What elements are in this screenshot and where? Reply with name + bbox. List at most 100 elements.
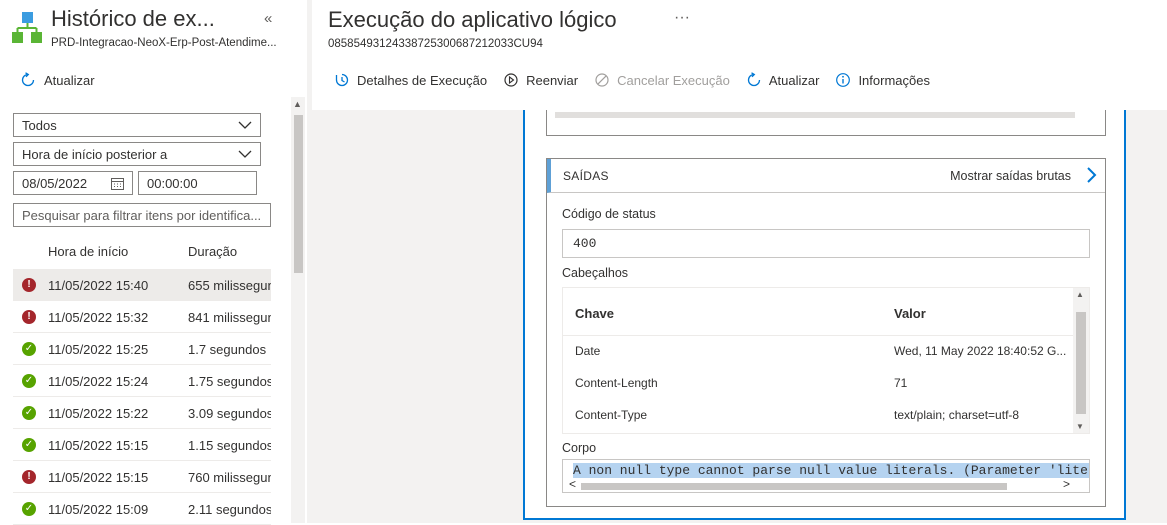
- inputs-scrollbar[interactable]: [555, 112, 1075, 118]
- run-row[interactable]: ✓ 11/05/2022 15:25 1.7 segundos: [13, 333, 271, 365]
- date-value: 08/05/2022: [22, 175, 88, 191]
- command-bar: Detalhes de Execução Reenviar Cancelar E…: [334, 70, 946, 90]
- success-status-icon: ✓: [22, 438, 36, 452]
- info-label: Informações: [858, 72, 930, 88]
- outputs-title: SAÍDAS: [563, 169, 609, 183]
- inputs-section-remnant: [546, 110, 1106, 136]
- cancel-icon: [595, 73, 609, 87]
- scrollbar-thumb[interactable]: [294, 115, 303, 273]
- column-header-start-time[interactable]: Hora de início: [48, 244, 128, 259]
- error-status-icon: !: [22, 310, 36, 324]
- scroll-right-arrow[interactable]: >: [1063, 477, 1070, 491]
- column-header-duration[interactable]: Duração: [188, 244, 237, 259]
- history-icon: [335, 73, 349, 87]
- header-key: Content-Type: [575, 408, 648, 422]
- scroll-down-arrow[interactable]: ▼: [1076, 422, 1084, 431]
- run-duration: 655 milissegun: [188, 278, 271, 293]
- run-duration: 1.75 segundos: [188, 374, 271, 389]
- status-code-field[interactable]: 400: [562, 229, 1090, 258]
- refresh-button[interactable]: Atualizar: [746, 72, 820, 88]
- action-card: SAÍDAS Mostrar saídas brutas Código de s…: [523, 110, 1126, 520]
- run-row[interactable]: ! 11/05/2022 15:32 841 milissegun: [13, 301, 271, 333]
- scroll-left-arrow[interactable]: <: [569, 477, 576, 491]
- run-start-time: 11/05/2022 15:22: [48, 406, 149, 421]
- resubmit-button[interactable]: Reenviar: [503, 72, 578, 88]
- header-key: Content-Length: [575, 376, 658, 390]
- header-key: Date: [575, 344, 601, 358]
- run-start-time: 11/05/2022 15:09: [48, 502, 149, 517]
- outputs-section: SAÍDAS Mostrar saídas brutas Código de s…: [546, 158, 1106, 507]
- success-status-icon: ✓: [22, 406, 36, 420]
- success-status-icon: ✓: [22, 502, 36, 516]
- resubmit-icon: [504, 73, 518, 87]
- run-details-button[interactable]: Detalhes de Execução: [334, 72, 487, 88]
- headers-scrollbar[interactable]: ▲ ▼: [1073, 288, 1089, 433]
- outputs-header: SAÍDAS Mostrar saídas brutas: [547, 159, 1105, 193]
- run-start-time: 11/05/2022 15:25: [48, 342, 149, 357]
- refresh-button[interactable]: Atualizar: [20, 70, 95, 90]
- run-row[interactable]: ✓ 11/05/2022 15:24 1.75 segundos: [13, 365, 271, 397]
- run-start-time: 11/05/2022 15:24: [48, 374, 149, 389]
- refresh-icon: [21, 72, 35, 87]
- run-row[interactable]: ✓ 11/05/2022 15:09 2.11 segundos: [13, 493, 271, 525]
- page-title: Execução do aplicativo lógico: [328, 7, 617, 32]
- time-value: 00:00:00: [147, 175, 198, 191]
- designer-canvas: SAÍDAS Mostrar saídas brutas Código de s…: [312, 110, 1167, 523]
- info-icon: [836, 73, 851, 87]
- run-duration: 3.09 segundos: [188, 406, 271, 421]
- run-duration: 1.7 segundos: [188, 342, 267, 357]
- scroll-up-arrow[interactable]: ▲: [293, 99, 302, 109]
- headers-label: Cabeçalhos: [562, 266, 629, 280]
- status-code-label: Código de status: [562, 207, 656, 221]
- calendar-icon[interactable]: [111, 177, 124, 190]
- time-input[interactable]: 00:00:00: [138, 171, 257, 195]
- run-duration: 841 milissegun: [188, 310, 271, 325]
- run-row[interactable]: ✓ 11/05/2022 15:22 3.09 segundos: [13, 397, 271, 429]
- body-field[interactable]: A non null type cannot parse null value …: [562, 459, 1090, 493]
- info-button[interactable]: Informações: [835, 72, 930, 88]
- logic-app-name: PRD-Integracao-NeoX-Erp-Post-Atendime...: [51, 37, 277, 49]
- body-horizontal-scrollbar[interactable]: < >: [563, 477, 1089, 492]
- search-input[interactable]: Pesquisar para filtrar itens por identif…: [13, 203, 271, 227]
- show-raw-outputs-link[interactable]: Mostrar saídas brutas: [950, 169, 1071, 183]
- start-time-filter-value: Hora de início posterior a: [22, 146, 168, 162]
- cancel-run-label: Cancelar Execução: [617, 72, 730, 88]
- refresh-label: Atualizar: [768, 72, 820, 88]
- run-start-time: 11/05/2022 15:40: [48, 278, 149, 293]
- run-duration: 760 milissegun: [188, 470, 271, 485]
- column-header-value: Valor: [894, 306, 926, 321]
- header-value: Wed, 11 May 2022 18:40:52 G...: [894, 344, 1067, 358]
- collapse-panel-button[interactable]: «: [264, 10, 272, 27]
- cancel-run-button[interactable]: Cancelar Execução: [594, 72, 730, 88]
- header-separator: [563, 335, 1073, 336]
- resubmit-label: Reenviar: [526, 72, 579, 88]
- header-value: text/plain; charset=utf-8: [894, 408, 1020, 422]
- scrollbar-thumb[interactable]: [1076, 312, 1086, 414]
- column-header-key: Chave: [575, 306, 615, 321]
- scroll-up-arrow[interactable]: ▲: [1076, 290, 1084, 299]
- date-input[interactable]: 08/05/2022: [13, 171, 133, 195]
- run-list-scrollbar[interactable]: ▲: [291, 97, 305, 523]
- scrollbar-thumb[interactable]: [581, 483, 1007, 490]
- run-id: 08585493124338725300687212033CU94: [328, 38, 543, 50]
- run-duration: 1.15 segundos: [188, 438, 271, 453]
- run-history-panel: Histórico de ex... « PRD-Integracao-NeoX…: [0, 0, 307, 525]
- success-status-icon: ✓: [22, 342, 36, 356]
- refresh-icon: [747, 72, 761, 87]
- run-duration: 2.11 segundos: [188, 502, 271, 517]
- run-row[interactable]: ✓ 11/05/2022 15:15 1.15 segundos: [13, 429, 271, 461]
- run-details-panel: Execução do aplicativo lógico ··· 085854…: [312, 0, 1167, 523]
- status-filter-select[interactable]: Todos: [13, 113, 261, 137]
- error-status-icon: !: [22, 278, 36, 292]
- logic-app-icon: [12, 12, 42, 43]
- chevron-right-icon[interactable]: [1083, 166, 1099, 184]
- more-options-button[interactable]: ···: [674, 9, 690, 27]
- panel-title: Histórico de ex...: [51, 6, 215, 31]
- run-row[interactable]: ! 11/05/2022 15:40 655 milissegun: [13, 269, 271, 301]
- success-status-icon: ✓: [22, 374, 36, 388]
- status-filter-value: Todos: [22, 117, 57, 133]
- chevron-down-icon: [238, 121, 252, 129]
- body-value[interactable]: A non null type cannot parse null value …: [573, 463, 1089, 478]
- run-row[interactable]: ! 11/05/2022 15:15 760 milissegun: [13, 461, 271, 493]
- start-time-filter-select[interactable]: Hora de início posterior a: [13, 142, 261, 166]
